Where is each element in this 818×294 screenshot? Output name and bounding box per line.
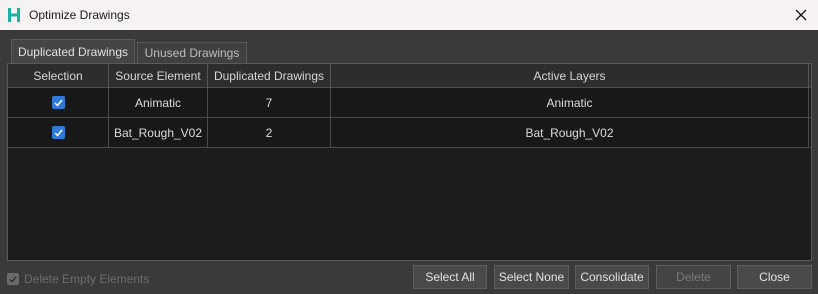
window-title: Optimize Drawings — [29, 8, 130, 22]
source-element-cell: Bat_Rough_V02 — [109, 118, 208, 147]
drawings-table: Selection Source Element Duplicated Draw… — [8, 64, 811, 148]
selection-checkbox[interactable] — [51, 96, 65, 109]
selection-checkbox[interactable] — [51, 126, 65, 139]
select-none-button[interactable]: Select None — [494, 265, 569, 289]
active-layers-cell: Animatic — [331, 88, 809, 117]
tab-panel: Selection Source Element Duplicated Draw… — [7, 63, 812, 261]
dialog-body: Duplicated Drawings Unused Drawings Sele… — [0, 30, 818, 294]
tab-label: Duplicated Drawings — [17, 44, 129, 59]
select-all-button[interactable]: Select All — [413, 265, 487, 289]
delete-button: Delete — [656, 265, 731, 289]
delete-empty-elements-option: Delete Empty Elements — [7, 272, 149, 286]
table-header: Selection Source Element Duplicated Draw… — [8, 64, 811, 88]
column-header-duplicated-drawings[interactable]: Duplicated Drawings — [208, 64, 331, 88]
harmony-logo-icon — [7, 7, 21, 23]
selection-cell — [8, 118, 109, 147]
close-icon[interactable] — [788, 3, 814, 27]
selection-cell — [8, 88, 109, 117]
consolidate-button[interactable]: Consolidate — [575, 265, 649, 289]
column-header-selection[interactable]: Selection — [8, 64, 109, 88]
duplicated-count-cell: 2 — [208, 118, 331, 147]
checkmark-icon — [53, 99, 63, 107]
delete-empty-elements-checkbox — [7, 273, 19, 285]
delete-empty-elements-label: Delete Empty Elements — [24, 272, 150, 286]
column-header-active-layers[interactable]: Active Layers — [331, 64, 809, 88]
close-button[interactable]: Close — [737, 265, 812, 289]
tab-unused-drawings[interactable]: Unused Drawings — [137, 42, 247, 63]
checkmark-icon — [53, 129, 63, 137]
duplicated-count-cell: 7 — [208, 88, 331, 117]
column-header-source-element[interactable]: Source Element — [109, 64, 208, 88]
tab-duplicated-drawings[interactable]: Duplicated Drawings — [11, 39, 135, 63]
checkmark-icon — [9, 275, 17, 283]
title-bar: Optimize Drawings — [0, 0, 818, 30]
tab-label: Unused Drawings — [144, 46, 240, 60]
active-layers-cell: Bat_Rough_V02 — [331, 118, 809, 147]
source-element-cell: Animatic — [109, 88, 208, 117]
table-row[interactable]: Bat_Rough_V02 2 Bat_Rough_V02 — [8, 118, 811, 148]
table-row[interactable]: Animatic 7 Animatic — [8, 88, 811, 118]
